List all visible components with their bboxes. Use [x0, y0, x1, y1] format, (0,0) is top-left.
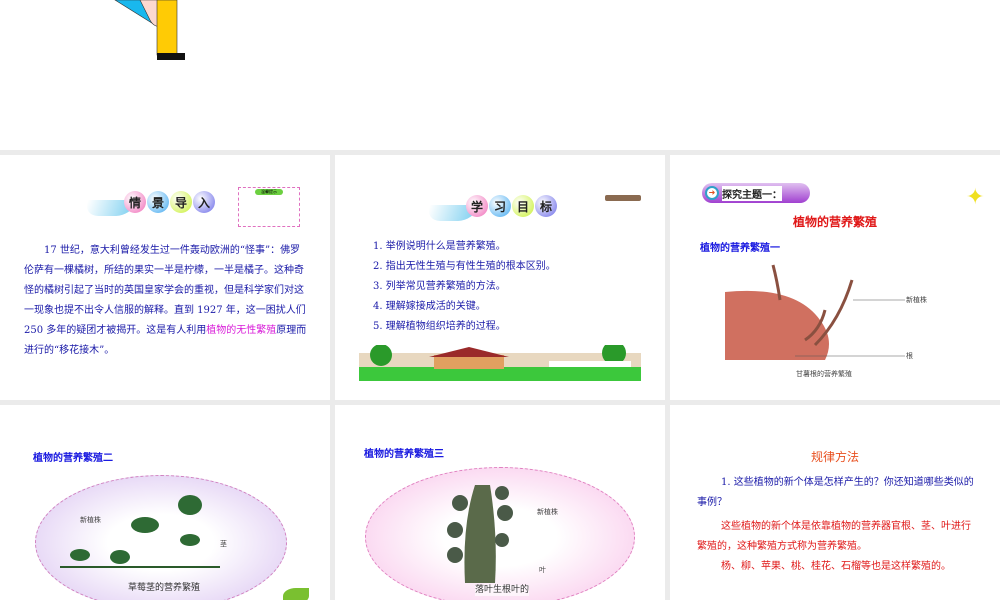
objective-item: 4. 理解嫁接成活的关键。 — [373, 301, 486, 312]
header-char: 目 — [512, 195, 534, 217]
header-char: 习 — [489, 195, 511, 217]
slide-subtitle: 植物的营养繁殖二 — [33, 453, 113, 464]
objectives-list: 1. 举例说明什么是营养繁殖。 2. 指出无性生殖与有性生殖的根本区别。 3. … — [373, 237, 556, 337]
figure-caption: 甘薯根的营养繁殖 — [796, 370, 852, 378]
strawberry-plant-image — [60, 495, 220, 568]
label-new-plant: 新植株 — [537, 508, 558, 516]
label-root: 根 — [906, 352, 913, 360]
figure-caption: 落叶生根叶的 — [475, 585, 530, 596]
topic-badge-label: 探究主题一： — [722, 185, 782, 201]
label-new-plant: 新植株 — [80, 516, 101, 524]
slide-subtitle: 植物的营养繁殖三 — [364, 449, 444, 460]
sparkle-star-icon: ✦ — [966, 185, 985, 210]
tip-note: 温馨提示 — [238, 187, 300, 227]
header-char: 导 — [170, 191, 192, 213]
header-char: 景 — [147, 191, 169, 213]
figure-caption: 草莓茎的营养繁殖 — [128, 583, 201, 593]
objective-item: 3. 列举常见营养繁殖的方法。 — [373, 281, 506, 292]
slide-subtitle: 植物的营养繁殖一 — [700, 243, 780, 254]
leaf-icon — [283, 588, 309, 600]
label-leaf: 叶 — [539, 566, 546, 574]
answer-text: 这些植物的新个体是依靠植物的营养器官根、茎、叶进行繁殖的，这种繁殖方式称为营养繁… — [697, 521, 971, 552]
label-stem: 茎 — [220, 540, 227, 548]
question-text: 1. 这些植物的新个体是怎样产生的？你还知道哪些类似的事例？ — [697, 477, 974, 508]
tip-note-title: 温馨提示 — [255, 189, 283, 195]
header-char: 学 — [466, 195, 488, 217]
topic-badge: ➜ 探究主题一： — [702, 183, 810, 203]
village-scene-image — [359, 345, 641, 381]
bryophyllum-leaf-image — [447, 485, 513, 583]
cartoon-figure-image — [114, 0, 185, 60]
objective-item: 2. 指出无性生殖与有性生殖的根本区别。 — [373, 261, 556, 272]
intro-paragraph: 17 世纪，意大利曾经发生过一件轰动欧洲的“怪事”：佛罗伦萨有一棵橘树，所结的果… — [24, 241, 309, 361]
boat-icon — [605, 195, 641, 201]
sweet-potato-image — [725, 264, 905, 360]
objective-item: 1. 举例说明什么是营养繁殖。 — [373, 241, 506, 252]
label-new-plant: 新植株 — [906, 296, 927, 304]
section-header: 学 习 目 标 — [466, 195, 557, 217]
slide-partial-top[interactable] — [0, 0, 1000, 150]
slide-title: 植物的营养繁殖 — [792, 215, 877, 229]
arrow-right-icon: ➜ — [705, 186, 719, 200]
slide-thumbnail-2[interactable]: 学 习 目 标 1. 举例说明什么是营养繁殖。 2. 指出无性生殖与有性生殖的根… — [335, 155, 665, 400]
paragraph-text: 17 世纪，意大利曾经发生过一件轰动欧洲的“怪事”：佛罗伦萨有一棵橘树，所结的果… — [24, 245, 306, 336]
slide-thumbnail-6[interactable]: 规律方法 1. 这些植物的新个体是怎样产生的？你还知道哪些类似的事例？ 这些植物… — [670, 405, 1000, 600]
paragraph-highlight: 植物的无性繁殖 — [206, 325, 277, 336]
slide-thumbnail-4[interactable]: 植物的营养繁殖二 新植株 茎 草莓茎的营养繁殖 — [0, 405, 330, 600]
section-header: 情 景 导 入 — [124, 191, 215, 213]
slide-title: 规律方法 — [810, 450, 859, 464]
slide-thumbnail-3[interactable]: ➜ 探究主题一： ✦ 植物的营养繁殖 植物的营养繁殖一 新植株 根 甘薯根的营养… — [670, 155, 1000, 400]
header-char: 标 — [535, 195, 557, 217]
answer-text: 杨、柳、苹果、桃、桂花、石榴等也是这样繁殖的。 — [721, 561, 951, 572]
header-char: 入 — [193, 191, 215, 213]
slide-thumbnail-5[interactable]: 植物的营养繁殖三 新植株 叶 落叶生根叶的 — [335, 405, 665, 600]
objective-item: 5. 理解植物组织培养的过程。 — [373, 321, 506, 332]
slide-thumbnail-1[interactable]: 情 景 导 入 温馨提示 17 世纪，意大利曾经发生过一件轰动欧洲的“怪事”：佛… — [0, 155, 330, 400]
header-char: 情 — [124, 191, 146, 213]
